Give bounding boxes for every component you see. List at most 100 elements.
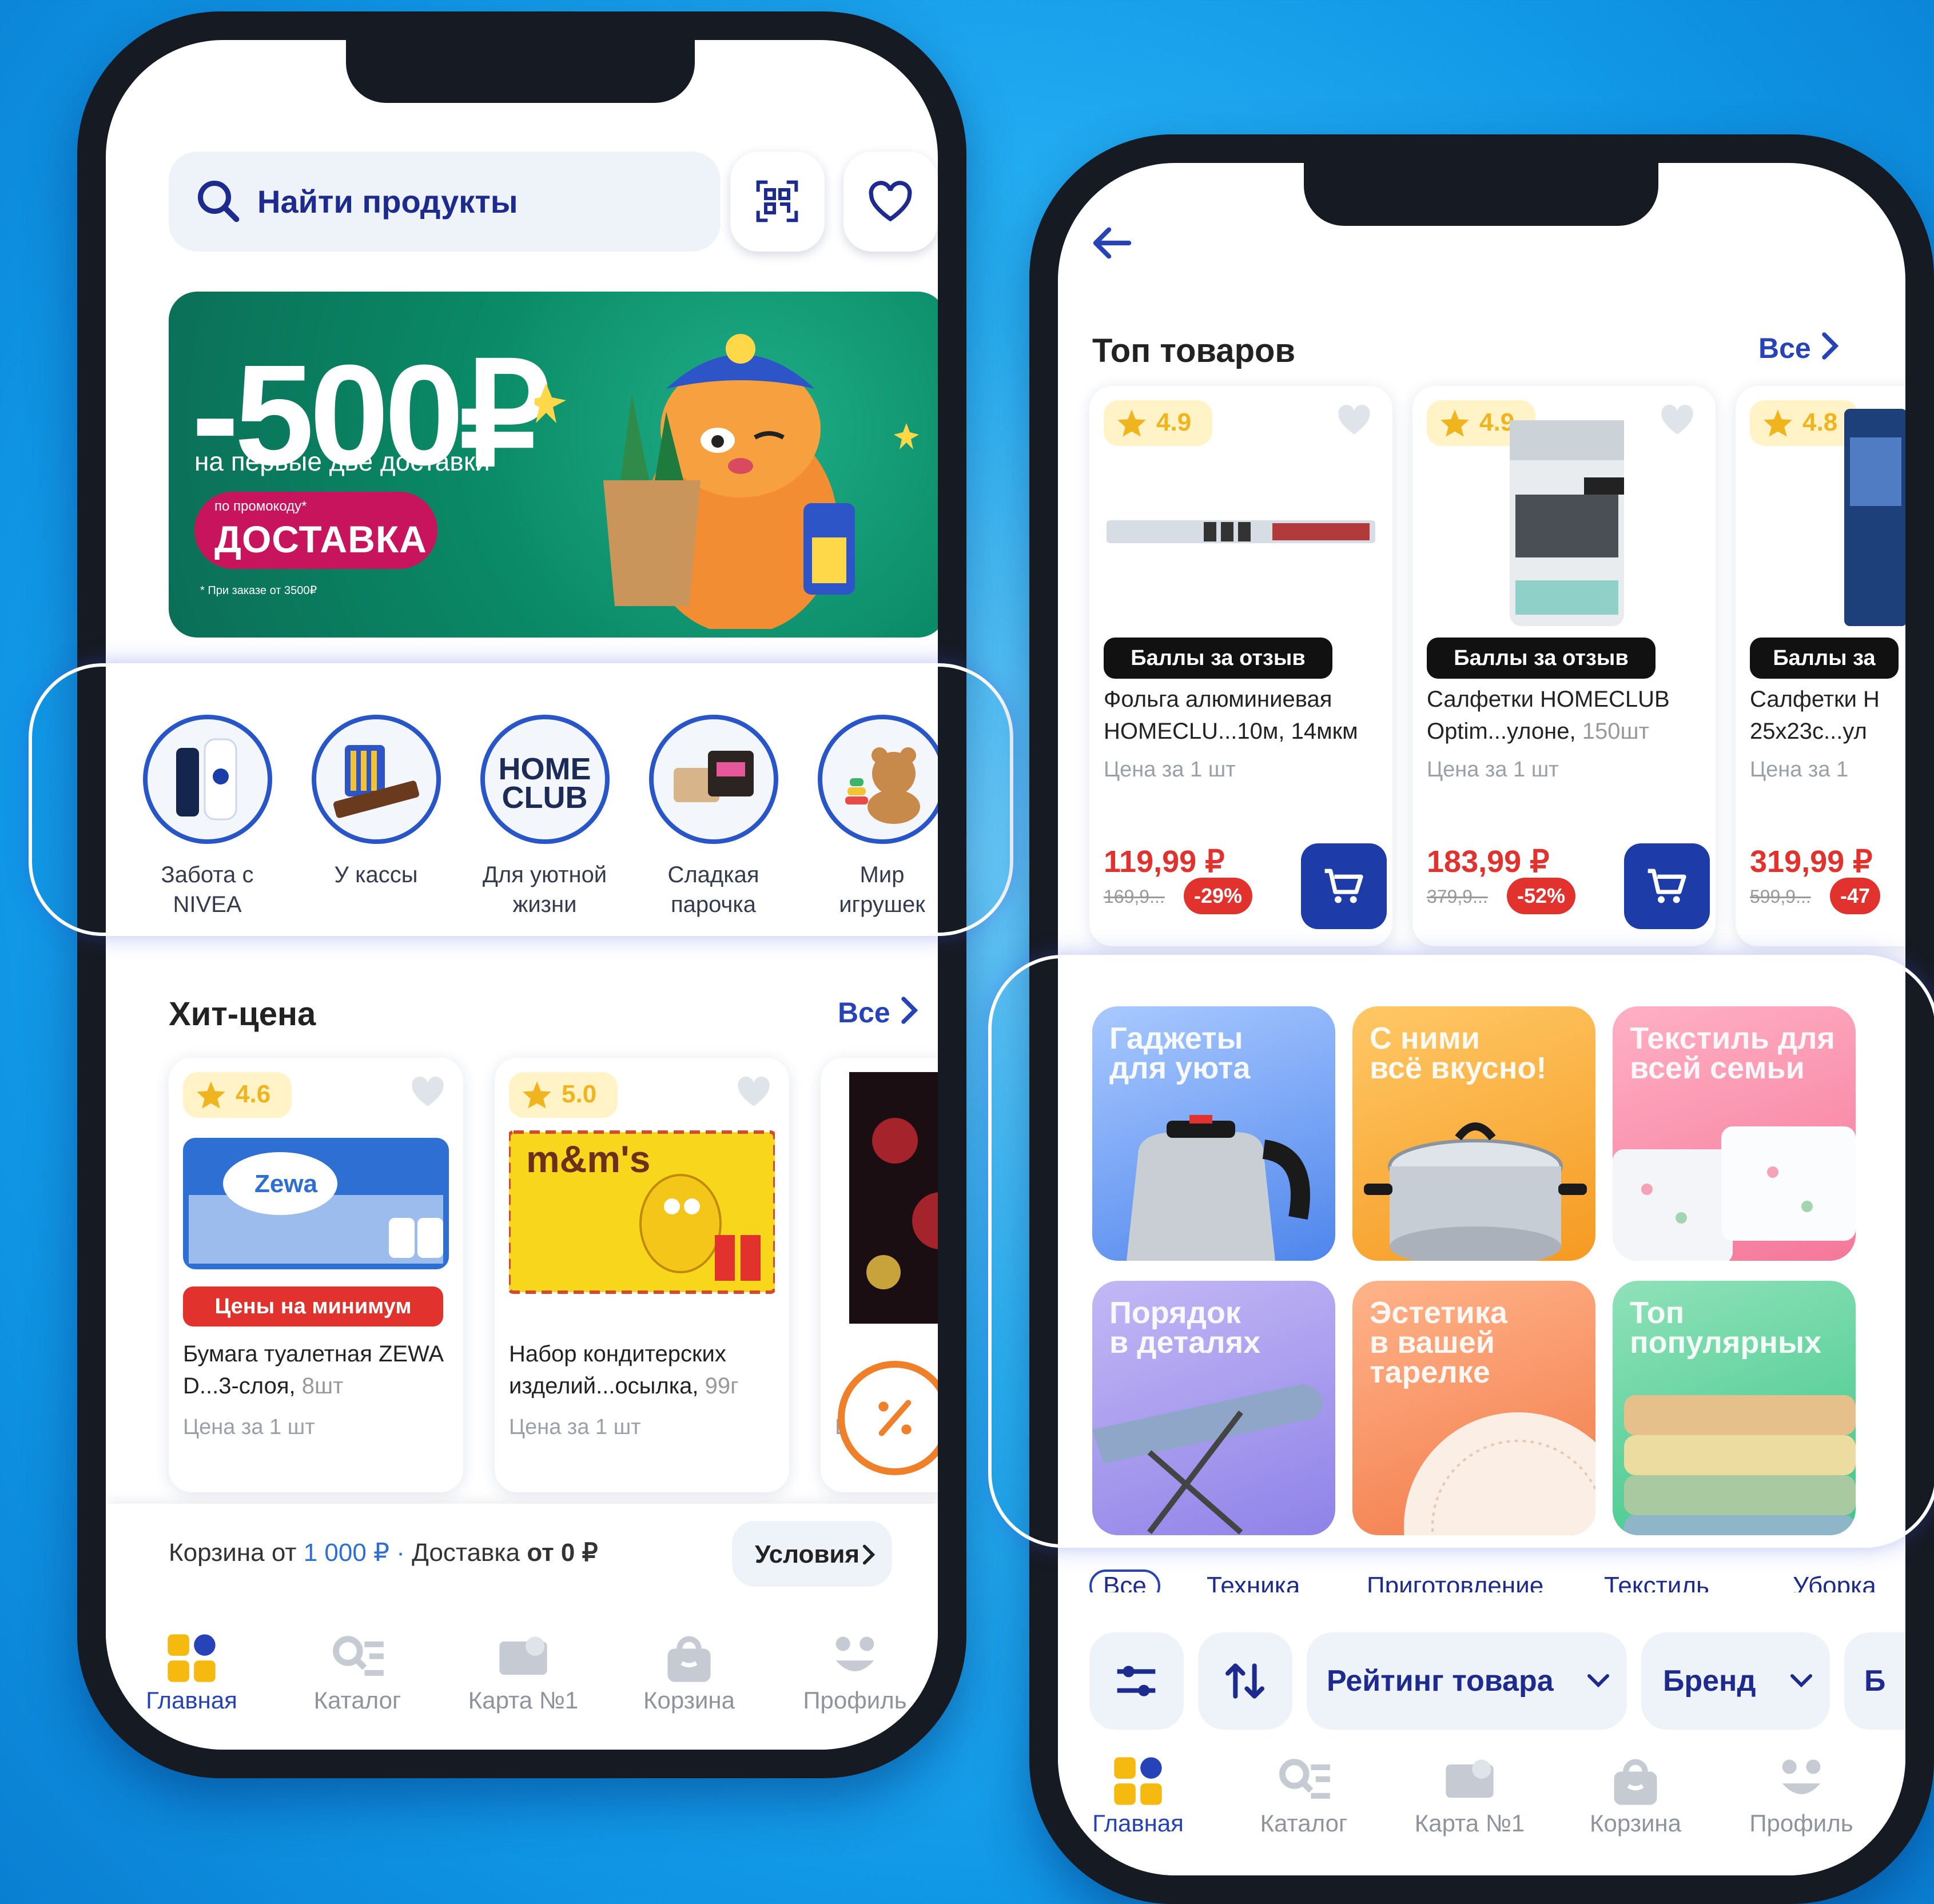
conditions-button[interactable]: Условия	[732, 1521, 892, 1587]
profile-icon	[1782, 1759, 1821, 1794]
promo-banner[interactable]: -500₽ на первые две доставки по промокод…	[169, 292, 938, 638]
back-arrow-icon[interactable]	[1092, 226, 1132, 260]
star-icon	[523, 1081, 551, 1109]
see-all-link[interactable]: Все	[1758, 332, 1839, 365]
nav-profile[interactable]: Профиль	[783, 1630, 926, 1714]
nav-home[interactable]: Главная	[1067, 1752, 1209, 1837]
product-name-line: 25x23с...ул	[1750, 719, 1867, 744]
reward-badge: Баллы за	[1750, 638, 1899, 679]
add-to-cart-button[interactable]	[1624, 843, 1710, 929]
nav-label: Каталог	[1260, 1810, 1348, 1837]
chevron-down-icon	[1587, 1674, 1609, 1688]
chevron-right-icon	[901, 997, 918, 1024]
filters-button[interactable]	[1089, 1632, 1184, 1730]
star-icon	[1440, 409, 1469, 437]
product-name: Фольга алюминиевая HOMECLU...10м, 14мкм	[1104, 683, 1384, 747]
notch	[346, 40, 695, 103]
tab-all[interactable]: Все	[1089, 1570, 1160, 1592]
rating-filter-label: Рейтинг товара	[1327, 1664, 1554, 1698]
scan-button[interactable]	[730, 152, 825, 252]
home-icon	[1114, 1757, 1162, 1805]
star-icon	[1117, 409, 1146, 437]
tiles-highlight-frame	[988, 955, 1934, 1548]
section-title-hit-price: Хит-цена	[169, 995, 316, 1033]
product-name-line: Optim...улоне,	[1427, 719, 1576, 744]
nav-label: Главная	[146, 1687, 237, 1714]
search-input[interactable]: Найти продукты	[169, 152, 721, 252]
nav-catalog[interactable]: Каталог	[1232, 1752, 1375, 1837]
promo-small-text: по промокоду*	[214, 499, 307, 514]
catalog-icon	[333, 1636, 384, 1676]
nav-card[interactable]: Карта №1	[452, 1630, 595, 1714]
stories-highlight-frame	[29, 663, 1013, 936]
unit-price-label: Цена за 1 шт	[1104, 758, 1236, 782]
product-name: Бумага туалетная ZEWA D...3-слоя, 8шт	[183, 1338, 452, 1402]
loyalty-card-icon	[499, 1636, 547, 1675]
price-badge: Цены на минимум	[183, 1286, 443, 1327]
nav-label: Каталог	[313, 1687, 401, 1714]
reward-badge: Баллы за отзыв	[1427, 638, 1656, 679]
product-card[interactable]: 4.9 Баллы за отзыв Салфетки HOMECLUB Opti…	[1412, 386, 1716, 946]
cart-icon	[1324, 869, 1363, 903]
product-card[interactable]: 4.8 Баллы за Салфетки Н 25x23с...ул Цена …	[1736, 386, 1905, 946]
product-card[interactable]: 4.9 Баллы за отзыв Фольга алюминиевая HOM…	[1089, 386, 1392, 946]
bottom-nav: Главная Каталог Карта №1 Корзина Профиль	[106, 1612, 938, 1750]
nav-card[interactable]: Карта №1	[1398, 1752, 1541, 1837]
tab-cooking[interactable]: Приготовление	[1367, 1572, 1543, 1592]
cart-info-text: Корзина от 1 000 ₽ · Доставка от 0 ₽	[169, 1538, 598, 1567]
more-filter-chip[interactable]: Б	[1844, 1632, 1905, 1730]
banner-footnote: * При заказе от 3500₽	[200, 584, 317, 597]
cart-info-bar: Корзина от 1 000 ₽ · Доставка от 0 ₽ Усл…	[106, 1504, 938, 1612]
add-to-cart-button[interactable]	[1301, 843, 1387, 929]
napkin-pack-image	[1844, 409, 1905, 626]
heart-icon[interactable]	[1658, 403, 1696, 437]
delivery-label: Доставка	[412, 1539, 520, 1567]
cart-separator: ·	[389, 1539, 412, 1567]
unit-price-label: Цена за 1 шт	[509, 1415, 641, 1439]
home-icon	[168, 1634, 216, 1682]
nav-label: Профиль	[1749, 1810, 1853, 1837]
nav-cart[interactable]: Корзина	[618, 1630, 761, 1714]
nav-cart[interactable]: Корзина	[1564, 1752, 1707, 1837]
heart-icon[interactable]	[409, 1075, 447, 1109]
rating-badge: 5.0	[509, 1072, 618, 1118]
heart-icon[interactable]	[735, 1075, 773, 1109]
see-all-link[interactable]: Все	[838, 996, 918, 1029]
nav-home[interactable]: Главная	[120, 1630, 263, 1714]
discount-badge: -52%	[1507, 878, 1576, 914]
nav-label: Главная	[1092, 1810, 1184, 1837]
nav-catalog[interactable]: Каталог	[286, 1630, 429, 1714]
discount-badge: -47	[1830, 878, 1881, 914]
product-card[interactable]: 4.6 Zewa Цены на минимум Бумага туалетна…	[169, 1058, 463, 1492]
cart-icon	[1648, 869, 1686, 903]
tab-textile[interactable]: Текстиль	[1604, 1572, 1709, 1592]
search-placeholder: Найти продукты	[257, 184, 518, 220]
catalog-icon	[1279, 1759, 1330, 1799]
chevron-down-icon	[1790, 1674, 1812, 1688]
nav-label: Корзина	[1590, 1810, 1681, 1837]
discount-badge: -29%	[1184, 878, 1253, 914]
brand-filter-dropdown[interactable]: Бренд	[1641, 1632, 1830, 1730]
product-name: Салфетки HOMECLUB Optim...улоне, 150шт	[1427, 683, 1707, 747]
loyalty-card-icon	[1446, 1759, 1494, 1798]
toilet-paper-image: Zewa	[183, 1138, 449, 1269]
banner-subtitle: на первые две доставки	[194, 447, 490, 476]
foil-roll-image	[1107, 520, 1375, 543]
section-title-top-products: Топ товаров	[1092, 332, 1296, 369]
sort-icon	[1225, 1663, 1264, 1699]
rating-filter-dropdown[interactable]: Рейтинг товара	[1307, 1632, 1627, 1730]
filters-icon	[1117, 1666, 1156, 1696]
bottom-nav: Главная Каталог Карта №1 Корзина Профиль	[1058, 1741, 1905, 1875]
product-qty: 150шт	[1582, 719, 1649, 744]
old-price: 599,9...	[1750, 886, 1811, 907]
product-card[interactable]: 5.0 m&m's Набор кондитерских изделий...о…	[495, 1058, 789, 1492]
favorites-button[interactable]	[843, 152, 938, 252]
product-name-line: Салфетки Н	[1750, 687, 1880, 712]
svg-text:m&m's: m&m's	[526, 1138, 650, 1180]
tab-tech[interactable]: Техника	[1207, 1572, 1300, 1592]
heart-icon[interactable]	[1335, 403, 1373, 437]
tab-cleaning[interactable]: Уборка	[1793, 1572, 1876, 1592]
nav-profile[interactable]: Профиль	[1730, 1752, 1873, 1837]
sort-button[interactable]	[1198, 1632, 1292, 1730]
see-all-label: Все	[1758, 332, 1811, 364]
